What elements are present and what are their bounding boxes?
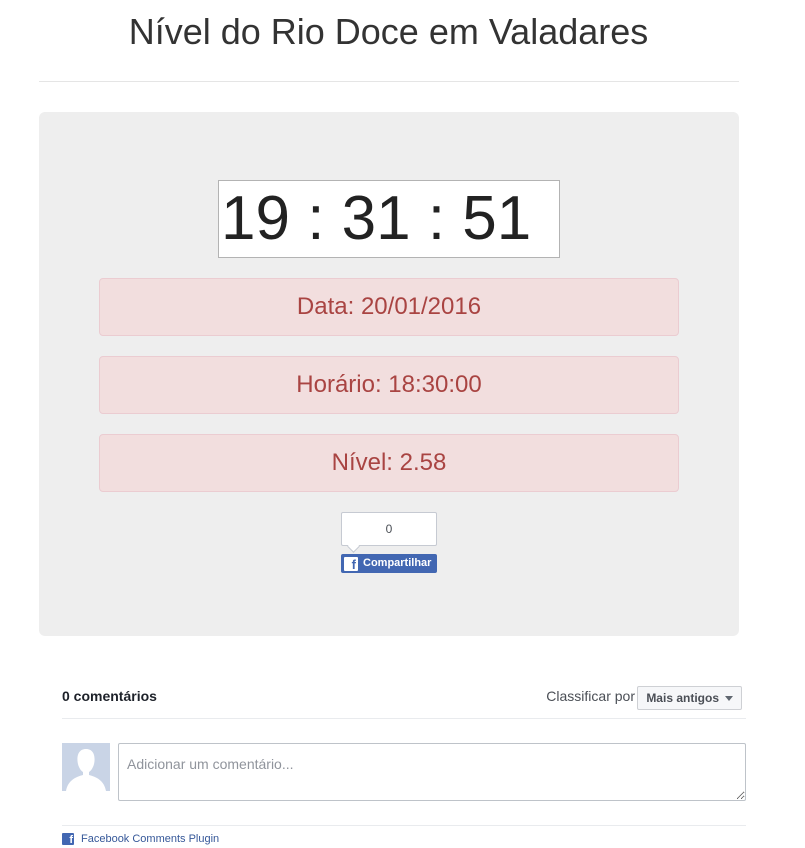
date-alert: Data: 20/01/2016 [99,278,679,336]
avatar [62,743,110,791]
comments-count: 0 comentários [62,688,157,704]
page-title: Nível do Rio Doce em Valadares [128,11,649,52]
sort-label: Classificar por [546,688,635,704]
plugin-link-label: Facebook Comments Plugin [81,833,220,845]
sort-dropdown[interactable]: Mais antigos [637,686,742,710]
share-count: 0 [385,522,393,536]
facebook-comments: 0 comentários Classificar por Mais antig… [62,680,746,848]
live-clock: 19 : 31 : 51 [218,180,560,258]
title-divider [39,81,739,82]
comments-divider [62,718,746,719]
time-alert: Horário: 18:30:00 [99,356,679,414]
default-user-icon [62,743,110,791]
comment-input[interactable] [118,743,746,801]
facebook-icon: f [62,833,74,845]
share-button-label: Compartilhar [363,557,432,569]
chevron-down-icon [725,696,733,701]
share-count-tail [347,540,360,553]
facebook-f-icon: f [344,556,358,571]
level-alert: Nível: 2.58 [99,434,679,492]
share-count-bubble: 0 [341,512,437,553]
facebook-comments-plugin-link[interactable]: f Facebook Comments Plugin [62,833,219,845]
level-panel: 19 : 31 : 51 Data: 20/01/2016 Horário: 1… [39,112,739,636]
sort-selected-value: Mais antigos [646,691,719,705]
facebook-share-button[interactable]: f Compartilhar [341,554,437,573]
comments-footer-divider [62,825,746,826]
